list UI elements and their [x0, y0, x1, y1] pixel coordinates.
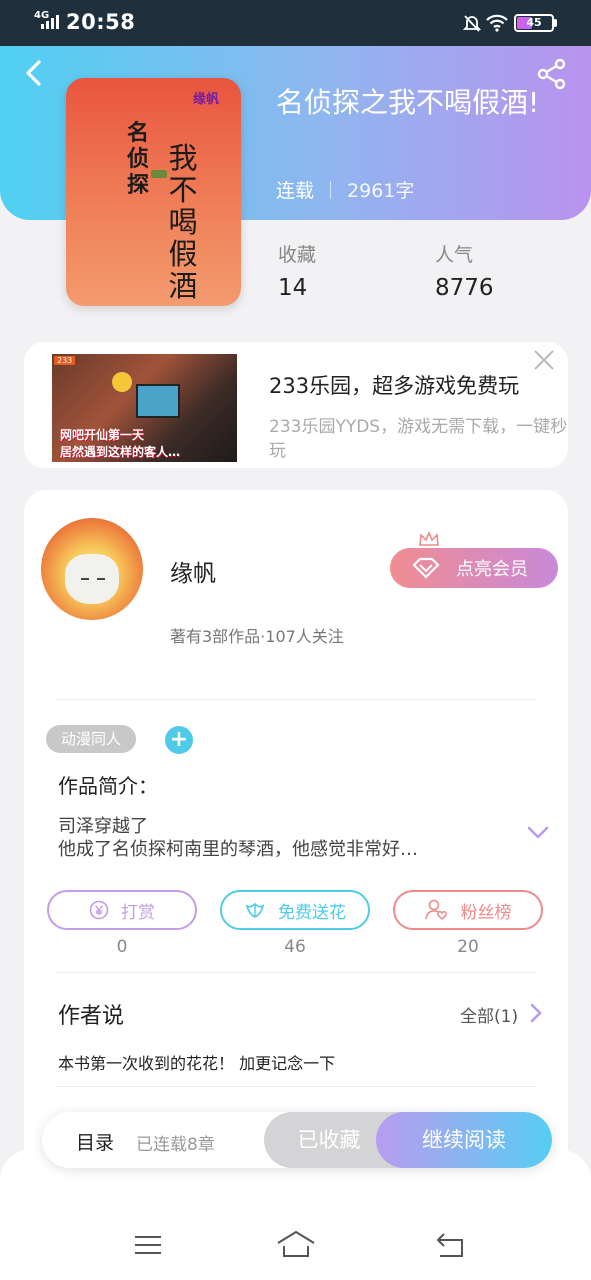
stat-favorites-label: 收藏 [278, 244, 317, 266]
fan-count: 20 [457, 937, 479, 957]
ad-image-badge: 233 [54, 356, 76, 365]
vip-label: 点亮会员 [456, 559, 528, 580]
ad-image[interactable]: 233 网吧开仙第一天 居然遇到这样的客人… [52, 354, 237, 462]
vip-button[interactable]: 点亮会员 [390, 548, 558, 588]
avatar-sheep [65, 554, 119, 604]
intro-title: 作品简介： [58, 774, 158, 798]
send-flower-button[interactable]: 免费送花 [220, 890, 370, 930]
bottom-action-bar: 目录 已连载8章 已收藏 继续阅读 [42, 1112, 552, 1168]
author-says-title: 作者说 [58, 1004, 125, 1029]
add-tag-button[interactable]: + [165, 726, 193, 754]
meta-divider [330, 180, 332, 199]
fan-ranking-label: 粉丝榜 [460, 902, 512, 923]
ad-banner[interactable]: 233 网吧开仙第一天 居然遇到这样的客人… 233乐园，超多游戏免费玩 233… [24, 342, 568, 468]
battery-text: 45 [526, 16, 542, 29]
table-of-contents-button[interactable]: 目录 [76, 1128, 114, 1155]
author-name[interactable]: 缘帆 [170, 554, 216, 588]
intro-line-2: 他成了名侦探柯南里的琴酒，他感觉非常好… [58, 839, 418, 860]
continue-reading-button[interactable]: 继续阅读 [376, 1112, 552, 1168]
stat-favorites-value: 14 [278, 275, 308, 301]
wifi-icon [486, 14, 508, 32]
status-bar: 4G 20:58 45 [0, 0, 591, 46]
cover-author-tag: 缘帆 [192, 92, 219, 107]
fan-ranking-button[interactable]: 粉丝榜 [393, 890, 543, 930]
home-icon[interactable] [276, 1228, 316, 1262]
cover-title-right: 我不喝假酒 [168, 141, 198, 303]
fan-icon [424, 899, 447, 921]
yen-icon [89, 900, 109, 920]
diamond-icon [412, 557, 440, 579]
chapter-status: 已连载8章 [136, 1135, 215, 1155]
word-count: 2961字 [347, 180, 415, 202]
divider [56, 972, 536, 973]
author-meta: 著有3部作品·107人关注 [170, 627, 344, 646]
cover-stamp [151, 170, 167, 178]
author-says-text: 本书第一次收到的花花！ 加更记念一下 [58, 1054, 336, 1073]
mute-icon [462, 15, 482, 32]
book-meta: 连载 2961字 [276, 176, 414, 203]
stat-popularity-value: 8776 [435, 275, 494, 301]
ad-image-emoji [112, 372, 132, 392]
tip-count: 0 [116, 937, 128, 957]
author-says-all-link[interactable]: 全部(1) [460, 1002, 518, 1027]
close-icon[interactable] [532, 348, 556, 372]
avatar-eye-left [81, 578, 89, 580]
crown-icon [419, 530, 439, 546]
send-flower-label: 免费送花 [278, 902, 346, 923]
avatar[interactable] [41, 518, 143, 620]
cover-title-left: 名侦探 [126, 120, 149, 198]
menu-icon[interactable] [128, 1228, 168, 1262]
divider [56, 699, 536, 700]
ad-title: 233乐园，超多游戏免费玩 [269, 374, 520, 398]
clock: 20:58 [66, 10, 136, 34]
genre-tag[interactable]: 动漫同人 [46, 725, 136, 753]
book-title: 名侦探之我不喝假酒! [276, 86, 540, 119]
stat-popularity-label: 人气 [435, 244, 474, 266]
divider [56, 1086, 536, 1087]
chevron-right-icon[interactable] [528, 1002, 544, 1024]
ad-caption-line-1: 网吧开仙第一天 [60, 428, 145, 442]
tip-label: 打赏 [121, 902, 155, 923]
back-nav-icon[interactable] [430, 1228, 470, 1262]
ad-caption-line-2: 居然遇到这样的客人… [60, 445, 181, 459]
chevron-down-icon[interactable] [526, 824, 550, 842]
ad-image-monitor [136, 384, 180, 418]
book-status: 连载 [276, 180, 315, 202]
ad-description: 233乐园YYDS，游戏无需下载，一键秒玩 [269, 417, 568, 461]
tip-button[interactable]: 打赏 [47, 890, 197, 930]
signal-icon [41, 15, 59, 29]
flower-icon [245, 902, 265, 918]
battery-tip [554, 19, 557, 27]
flower-count: 46 [284, 937, 306, 957]
ad-image-caption: 网吧开仙第一天 居然遇到这样的客人… [60, 426, 230, 460]
battery-icon: 45 [514, 14, 554, 32]
book-cover[interactable]: 缘帆 名侦探 我不喝假酒 [66, 78, 241, 306]
avatar-eye-right [97, 578, 105, 580]
back-icon[interactable] [20, 58, 48, 88]
